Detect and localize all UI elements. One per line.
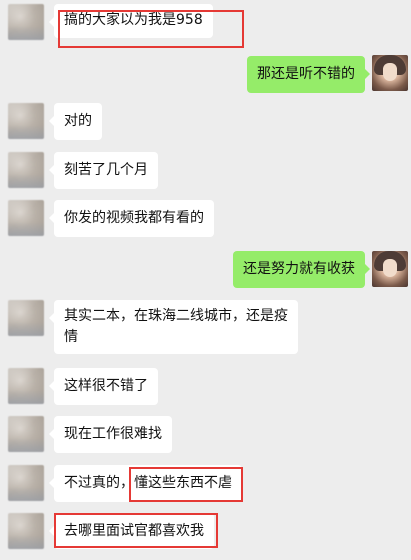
message-bubble-incoming[interactable]: 刻苦了几个月 [49, 152, 158, 189]
avatar-face [383, 259, 397, 277]
message-text: 还是努力就有收获 [243, 261, 355, 277]
chat-message-list: 搞的大家以为我是958 那还是听不错的 对的 刻苦了几个月 你发的视频我都有看的… [0, 0, 411, 560]
message-bubble-incoming[interactable]: 你发的视频我都有看的 [49, 200, 214, 237]
contact-avatar[interactable] [8, 416, 44, 452]
message-text: 现在工作很难找 [64, 426, 162, 442]
contact-avatar[interactable] [8, 103, 44, 139]
message-bubble-incoming[interactable]: 不过真的，懂这些东西不虐 [49, 465, 242, 502]
message-text: 对的 [64, 113, 92, 129]
message-bubble-incoming[interactable]: 对的 [49, 103, 102, 140]
contact-avatar[interactable] [8, 368, 44, 404]
message-bubble-incoming[interactable]: 这样很不错了 [49, 368, 158, 405]
message-text: 去哪里面试官都喜欢我 [64, 523, 204, 539]
message-text: 搞的大家以为我是958 [64, 12, 203, 28]
contact-avatar[interactable] [8, 465, 44, 501]
self-avatar[interactable] [372, 55, 408, 91]
contact-avatar[interactable] [8, 4, 44, 40]
message-bubble-outgoing[interactable]: 那还是听不错的 [247, 56, 370, 93]
message-text: 那还是听不错的 [257, 66, 355, 82]
contact-avatar[interactable] [8, 152, 44, 188]
message-text: 其实二本，在珠海二线城市，还是疫情 [64, 308, 288, 345]
message-bubble-incoming[interactable]: 搞的大家以为我是958 [49, 4, 213, 38]
self-avatar[interactable] [372, 251, 408, 287]
avatar-face [383, 63, 397, 81]
message-bubble-incoming[interactable]: 现在工作很难找 [49, 416, 172, 453]
message-bubble-incoming[interactable]: 去哪里面试官都喜欢我 [49, 513, 214, 549]
message-bubble-incoming[interactable]: 其实二本，在珠海二线城市，还是疫情 [49, 300, 298, 354]
message-text: 你发的视频我都有看的 [64, 210, 204, 226]
message-text: 刻苦了几个月 [64, 162, 148, 178]
message-text: 不过真的，懂这些东西不虐 [64, 475, 232, 491]
contact-avatar[interactable] [8, 200, 44, 236]
message-bubble-outgoing[interactable]: 还是努力就有收获 [233, 251, 370, 288]
contact-avatar[interactable] [8, 300, 44, 336]
contact-avatar[interactable] [8, 513, 44, 549]
message-text: 这样很不错了 [64, 378, 148, 394]
